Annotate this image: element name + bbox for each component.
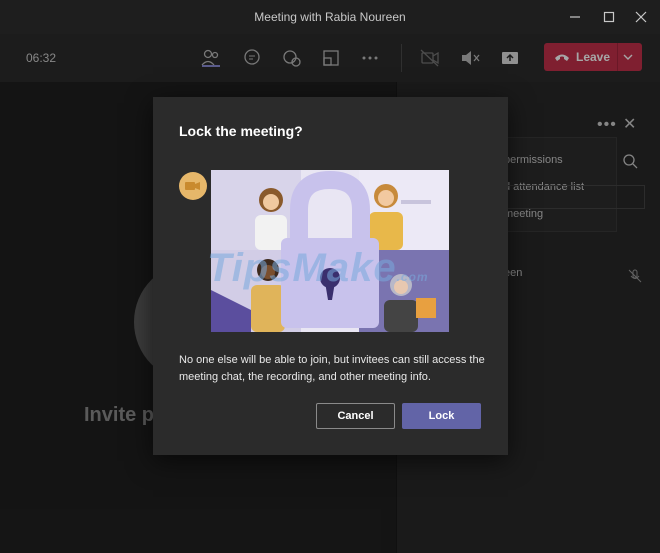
cancel-button[interactable]: Cancel [316, 403, 395, 429]
window-title: Meeting with Rabia Noureen [254, 10, 406, 24]
maximize-icon[interactable] [600, 8, 618, 26]
watermark-text: TipsMake [207, 246, 397, 290]
minimize-icon[interactable] [566, 8, 584, 26]
video-camera-icon [179, 172, 207, 200]
watermark-suffix: .com [396, 270, 429, 284]
dialog-title: Lock the meeting? [179, 123, 303, 139]
title-bar: Meeting with Rabia Noureen [0, 0, 660, 34]
close-icon[interactable] [632, 8, 650, 26]
lock-button[interactable]: Lock [402, 403, 481, 429]
watermark: TipsMake.com [207, 246, 429, 291]
dialog-body: No one else will be able to join, but in… [179, 354, 485, 383]
